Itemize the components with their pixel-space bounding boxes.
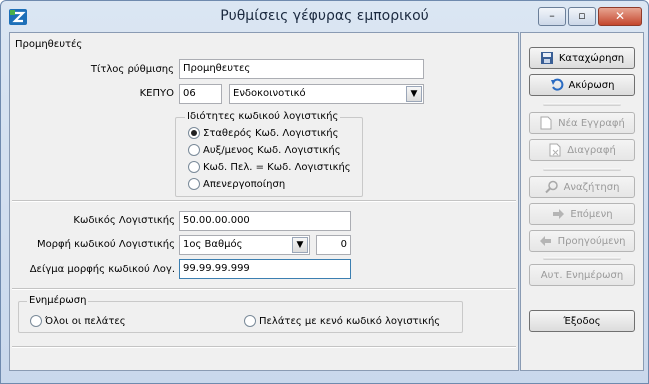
radio-label: Απενεργοποίηση — [203, 178, 286, 190]
maximize-button[interactable]: ▫ — [568, 7, 596, 26]
title-label: Τίτλος ρύθμισης — [90, 64, 174, 75]
format-select-value: 1ος Βαθμός — [183, 239, 243, 250]
save-label: Καταχώρηση — [558, 52, 625, 64]
auto-update-button[interactable]: Αυτ. Ενημέρωση — [529, 264, 635, 286]
main-window: Ρυθμίσεις γέφυρας εμπορικού – ▫ ✕ Προμηθ… — [0, 0, 649, 384]
minimize-button[interactable]: – — [538, 7, 566, 26]
title-bar: Ρυθμίσεις γέφυρας εμπορικού – ▫ ✕ — [1, 1, 648, 31]
radio-button-selected[interactable] — [188, 127, 200, 139]
auto-update-label: Αυτ. Ενημέρωση — [540, 269, 624, 281]
radio-label: Κωδ. Πελ. = Κωδ. Λογιστικής — [203, 161, 351, 173]
button-divider — [543, 168, 621, 171]
kepyo-label: ΚΕΠΥΟ — [139, 88, 174, 99]
form-panel: Προμηθευτές Τίτλος ρύθμισης Προμηθευτες … — [9, 32, 519, 371]
delete-document-icon — [548, 143, 562, 157]
kepyo-select-value: Ενδοκοινοτικό — [233, 88, 306, 99]
kepyo-code-input[interactable]: 06 — [179, 84, 222, 104]
new-record-label: Νέα Εγγραφή — [558, 117, 625, 129]
sample-label: Δείγμα μορφής κωδικού Λογ. — [29, 264, 175, 275]
button-divider — [543, 103, 621, 106]
save-icon — [540, 51, 554, 65]
search-button[interactable]: Αναζήτηση — [529, 176, 635, 198]
exit-button[interactable]: Έξοδος — [529, 310, 635, 332]
previous-label: Προηγούμενη — [557, 235, 626, 247]
radio-button[interactable] — [188, 178, 200, 190]
section-divider — [12, 200, 516, 202]
account-code-label: Κωδικός Λογιστικής — [73, 215, 175, 226]
section-divider — [12, 346, 516, 348]
next-label: Επόμενη — [570, 208, 613, 220]
code-properties-title: Ιδιότητες κωδικού λογιστικής — [185, 111, 341, 122]
sample-input[interactable]: 99.99.99.999 — [179, 259, 351, 279]
status-bar — [1, 373, 648, 383]
save-button[interactable]: Καταχώρηση — [529, 47, 635, 69]
title-input[interactable]: Προμηθευτες — [179, 59, 424, 79]
next-button[interactable]: Επόμενη — [529, 203, 635, 225]
actions-panel: Καταχώρηση Ακύρωση Νέα Εγγραφή Διαγραφή — [520, 32, 644, 371]
radio-fixed-code[interactable]: Σταθερός Κωδ. Λογιστικής — [188, 127, 338, 139]
close-icon: ✕ — [614, 9, 626, 23]
radio-button[interactable] — [30, 315, 42, 327]
update-group-title: Ενημέρωση — [27, 295, 89, 306]
format-number-input[interactable]: 0 — [316, 235, 351, 255]
delete-button[interactable]: Διαγραφή — [529, 139, 635, 161]
maximize-icon: ▫ — [578, 9, 586, 22]
previous-button[interactable]: Προηγούμενη — [529, 230, 635, 252]
radio-label: Όλοι οι πελάτες — [45, 315, 126, 327]
arrow-left-icon — [539, 234, 553, 248]
chevron-down-icon[interactable]: ▼ — [406, 86, 422, 102]
new-document-icon — [539, 116, 553, 130]
format-label: Μορφή κωδικού Λογιστικής — [36, 239, 175, 250]
section-divider — [12, 288, 516, 290]
radio-label: Σταθερός Κωδ. Λογιστικής — [203, 127, 339, 139]
radio-button[interactable] — [188, 144, 200, 156]
radio-button[interactable] — [244, 315, 256, 327]
radio-button[interactable] — [188, 161, 200, 173]
supplier-group-title: Προμηθευτές — [15, 39, 83, 50]
new-record-button[interactable]: Νέα Εγγραφή — [529, 112, 635, 134]
radio-disable[interactable]: Απενεργοποίηση — [188, 178, 285, 190]
chevron-down-icon[interactable]: ▼ — [292, 237, 308, 253]
radio-all-customers[interactable]: Όλοι οι πελάτες — [30, 315, 126, 327]
radio-empty-code-customers[interactable]: Πελάτες με κενό κωδικό λογιστικής — [244, 315, 440, 327]
minimize-icon: – — [549, 9, 555, 22]
kepyo-select[interactable]: Ενδοκοινοτικό ▼ — [229, 84, 424, 104]
radio-label: Αυξ/μενος Κωδ. Λογιστικής — [203, 144, 341, 156]
search-label: Αναζήτηση — [563, 181, 620, 193]
cancel-label: Ακύρωση — [568, 79, 615, 91]
close-button[interactable]: ✕ — [598, 7, 642, 26]
radio-label: Πελάτες με κενό κωδικό λογιστικής — [259, 315, 441, 327]
delete-label: Διαγραφή — [567, 144, 616, 156]
cancel-button[interactable]: Ακύρωση — [529, 74, 635, 96]
arrow-right-icon — [551, 207, 565, 221]
undo-icon — [550, 78, 564, 92]
radio-customer-code[interactable]: Κωδ. Πελ. = Κωδ. Λογιστικής — [188, 161, 351, 173]
radio-incremental-code[interactable]: Αυξ/μενος Κωδ. Λογιστικής — [188, 144, 341, 156]
account-code-input[interactable]: 50.00.00.000 — [179, 211, 351, 231]
format-select[interactable]: 1ος Βαθμός ▼ — [179, 235, 310, 255]
button-divider — [543, 257, 621, 260]
search-icon — [544, 180, 559, 194]
exit-label: Έξοδος — [563, 315, 601, 327]
